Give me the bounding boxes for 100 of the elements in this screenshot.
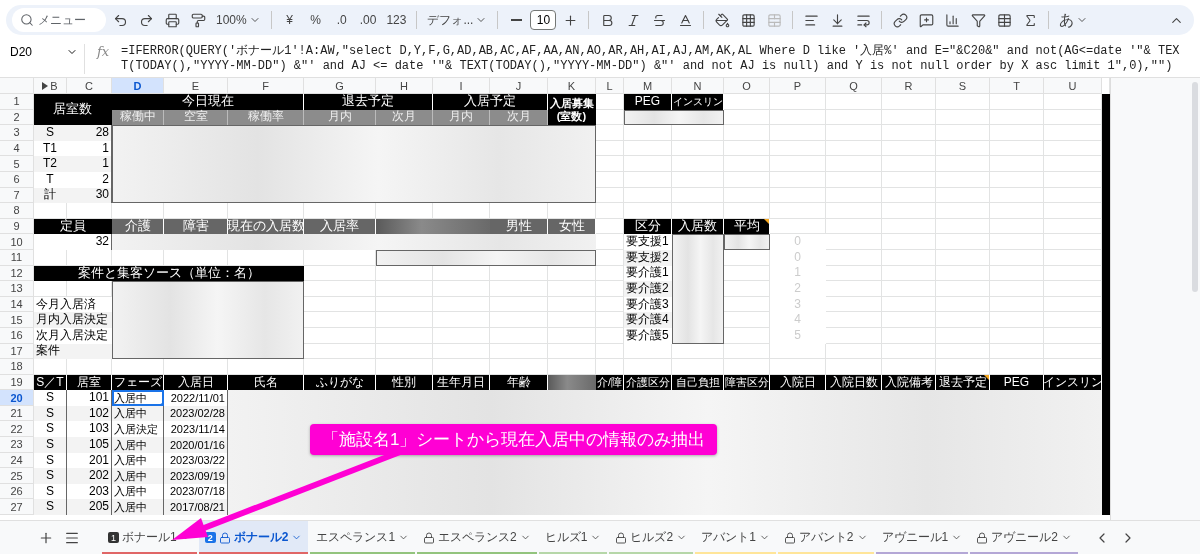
header-cell: 入居日 [164, 374, 228, 391]
row-header[interactable]: 23 [0, 437, 34, 453]
scrollbar-thumb[interactable] [1192, 82, 1198, 292]
input-tools-button[interactable]: あ [1055, 8, 1093, 32]
header-cell: 氏名 [228, 374, 304, 391]
row-header[interactable]: 13 [0, 281, 34, 297]
header-cell: S／T [34, 374, 67, 391]
sheet-tab[interactable]: アヴニール1 [875, 520, 969, 554]
column-header[interactable]: L [596, 78, 624, 94]
table-cell: 28 [67, 125, 112, 141]
row-header[interactable]: 22 [0, 421, 34, 438]
minus-icon [510, 19, 522, 21]
font-dropdown[interactable]: デフォ... [423, 8, 492, 32]
table-cell: 今月入居済 [34, 296, 112, 313]
table-cell: 205 [67, 499, 112, 516]
align-left-icon [803, 12, 819, 28]
header-cell: 入居予定 [433, 94, 548, 110]
table-cell: 要介護4 [624, 312, 672, 328]
table-cell: 103 [67, 421, 112, 438]
column-header[interactable]: T [990, 78, 1044, 94]
column-header[interactable]: K [548, 78, 596, 94]
column-header[interactable]: C [67, 78, 112, 94]
sheet-tab[interactable]: アヴニール2 [970, 520, 1078, 554]
sheet-tab[interactable]: アバント1 [695, 520, 776, 554]
lock-icon [783, 531, 796, 544]
column-header[interactable]: N [672, 78, 724, 94]
comment-icon [918, 12, 934, 28]
header-cell: 入居率 [304, 218, 376, 235]
column-header[interactable]: F [228, 78, 304, 94]
column-header[interactable]: R [882, 78, 936, 94]
row-header[interactable]: 1 [0, 94, 34, 110]
wrap-icon [855, 12, 871, 28]
table-cell: 要介護2 [624, 281, 672, 297]
sheet-tab[interactable]: エスペランス1 [310, 520, 416, 554]
header-cell: PEG [990, 374, 1044, 391]
expand-arrow-icon[interactable] [42, 81, 49, 90]
row-header[interactable]: 10 [0, 234, 34, 250]
currency-button[interactable]: ¥ [277, 8, 302, 32]
lock-icon [218, 531, 231, 544]
sheet-tab[interactable]: エスペランス2 [417, 520, 537, 554]
header-cell: 定員 [34, 218, 112, 235]
header-cell: 居室数 [34, 94, 112, 126]
table-cell[interactable]: 入居中 [112, 468, 164, 484]
number-format-button[interactable]: 123 [382, 8, 411, 32]
lock-icon [976, 531, 989, 544]
column-header[interactable]: H [376, 78, 433, 94]
column-header[interactable]: O [724, 78, 770, 94]
table-cell: S [34, 125, 67, 141]
header-cell: ふりがな [304, 374, 376, 391]
name-box[interactable]: D20 [0, 44, 84, 59]
header-cell: 平均 [724, 218, 770, 235]
column-header[interactable]: I [433, 78, 490, 94]
row-header[interactable]: 5 [0, 156, 34, 172]
menu-search-field[interactable]: メニュー [12, 8, 106, 32]
row-header[interactable]: 18 [0, 359, 34, 375]
decrease-decimal-button[interactable]: .0 [329, 8, 354, 32]
sheet-tab[interactable]: ヒルズ2 [609, 520, 694, 554]
header-cell: 退去予定 [304, 94, 433, 110]
table-icon [996, 12, 1012, 28]
column-header[interactable]: S [936, 78, 990, 94]
filter-icon [970, 12, 986, 28]
sheet-tab[interactable]: ヒルズ1 [538, 520, 608, 554]
column-header[interactable]: M [624, 78, 672, 94]
sheet-tab[interactable]: 2 ボナール2 [198, 520, 309, 554]
strikethrough-icon [651, 12, 667, 28]
column-header[interactable]: G [304, 78, 376, 94]
header-cell: 入院備考 [882, 374, 936, 391]
column-header[interactable]: D [112, 78, 164, 94]
row-header[interactable]: 20 [0, 390, 34, 406]
search-icon [20, 13, 34, 27]
table-cell[interactable]: 入居決定 [112, 421, 164, 438]
formula-field[interactable]: =IFERROR(QUERY('ボナール1'!A:AW,"select D,Y,F,G,AD,AB,AC,AF,AA,AN,AO,AR,AH,AI,AJ,AM,AK,AL Where D like '入居%' and E="&C20&" and not(AG<=date '"& TEXT(TODAY(),"YYYY-MM-DD") &"' and AJ <= date '"& TEXT(TODAY(),"YYYY-MM-DD") &"' and not AJ is null) and Y is not null order by X asc limit 1",0),"") [121, 44, 1200, 74]
row-header[interactable]: 27 [0, 499, 34, 516]
plus-icon [562, 12, 578, 28]
increase-decimal-button[interactable]: .00 [355, 8, 381, 32]
table-cell: 2023/11/14 [164, 421, 228, 438]
header-cell: 生年月日 [433, 374, 490, 391]
row-header[interactable]: 3 [0, 125, 34, 141]
borders-icon [740, 12, 756, 28]
row-header[interactable]: 25 [0, 468, 34, 484]
sheet-tab[interactable]: アバント2 [777, 520, 874, 554]
column-header[interactable]: J [490, 78, 548, 94]
font-size-field[interactable]: 10 [530, 10, 557, 30]
column-header[interactable]: U [1044, 78, 1102, 94]
column-header[interactable]: Q [826, 78, 882, 94]
row-header[interactable]: 8 [0, 203, 34, 219]
column-header[interactable]: E [164, 78, 228, 94]
zoom-dropdown[interactable]: 100% [212, 8, 265, 32]
table-cell[interactable]: 入居中 [112, 499, 164, 516]
table-cell[interactable]: 入居中 [112, 437, 164, 453]
column-header[interactable]: B [34, 78, 67, 94]
lock-icon [615, 531, 628, 544]
table-cell: 202 [67, 468, 112, 484]
link-icon [892, 12, 908, 28]
table-cell[interactable]: 入居中 [112, 390, 164, 406]
table-cell: 要支援1 [624, 234, 672, 250]
percent-button[interactable]: % [303, 8, 328, 32]
column-header[interactable]: P [770, 78, 826, 94]
table-cell: S [34, 499, 67, 516]
row-header[interactable]: 15 [0, 312, 34, 328]
